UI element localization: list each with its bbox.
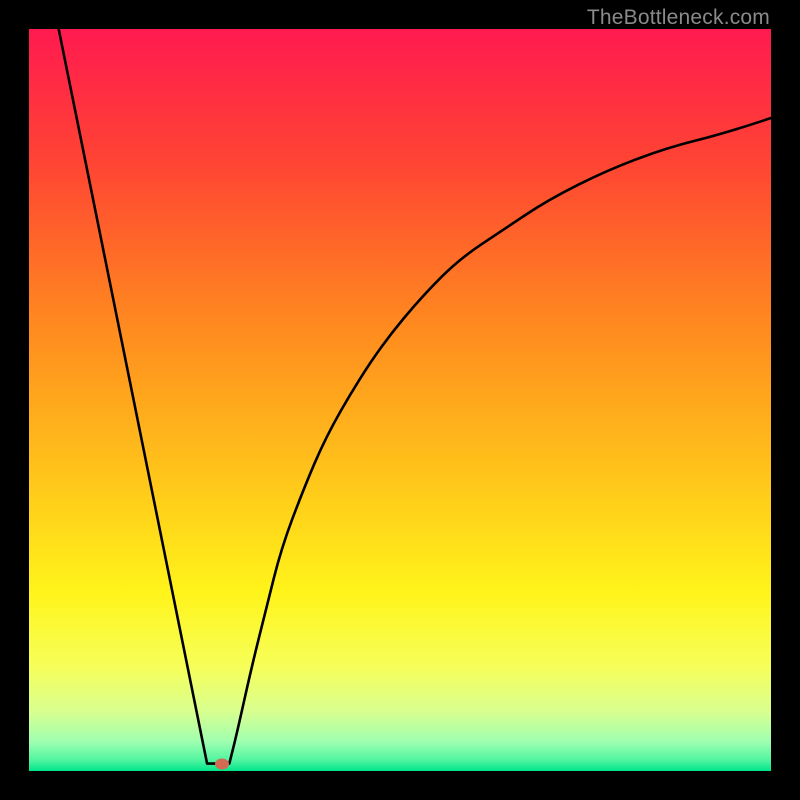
chart-frame: TheBottleneck.com: [0, 0, 800, 800]
optimal-point-marker: [215, 758, 229, 769]
watermark-text: TheBottleneck.com: [587, 6, 770, 30]
bottleneck-curve: [29, 29, 771, 771]
plot-area: [29, 29, 771, 771]
